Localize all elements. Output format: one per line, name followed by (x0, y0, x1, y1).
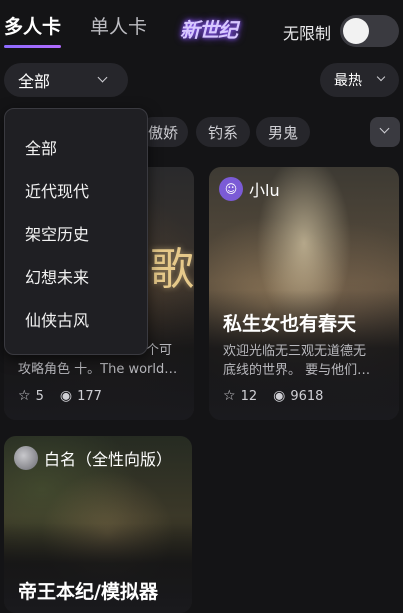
category-filter-select[interactable]: 全部 (4, 63, 128, 97)
unlimited-toggle[interactable] (340, 15, 399, 47)
tag-chip[interactable]: 钓系 (196, 117, 250, 147)
dropdown-option-alt-history[interactable]: 架空历史 (25, 221, 89, 245)
star-count: 12 (240, 388, 258, 404)
dropdown-option-modern[interactable]: 近代现代 (25, 178, 89, 202)
star-icon: ☆ (18, 388, 31, 404)
eye-icon: ◉ (273, 388, 286, 404)
card-author[interactable]: ☺ 小lu (219, 177, 280, 201)
chevron-down-icon (97, 72, 108, 83)
dropdown-option-xianxia[interactable]: 仙侠古风 (25, 307, 89, 331)
unlimited-label: 无限制 (283, 24, 332, 43)
app-logo: 新世纪 (180, 18, 238, 42)
dropdown-option-all[interactable]: 全部 (25, 135, 57, 159)
toggle-knob (343, 18, 369, 44)
tag-chip[interactable]: 男鬼 (256, 117, 310, 147)
active-tab-indicator (4, 45, 61, 48)
view-count: 177 (77, 388, 102, 404)
tab-multi-card[interactable]: 多人卡 (4, 12, 61, 39)
author-name: 小lu (249, 181, 280, 200)
top-bar: 多人卡 单人卡 新世纪 无限制 (0, 0, 403, 58)
card-title: 帝王本纪/模拟器 (18, 581, 158, 603)
story-card[interactable]: 白名（全性向版） 帝王本纪/模拟器 (4, 436, 192, 613)
view-count: 9618 (290, 388, 324, 404)
eye-icon: ◉ (59, 388, 73, 404)
card-stats: ☆ 5 ◉ 177 (18, 388, 102, 404)
category-filter-value: 全部 (18, 72, 51, 91)
card-stats: ☆ 12 ◉ 9618 (223, 388, 323, 404)
dropdown-option-fantasy-future[interactable]: 幻想未来 (25, 264, 89, 288)
cover-calligraphy: 歌 (150, 244, 194, 295)
avatar (14, 446, 38, 470)
avatar: ☺ (219, 177, 243, 201)
card-author[interactable]: 白名（全性向版） (14, 446, 172, 470)
card-title: 私生女也有春天 (223, 313, 357, 335)
story-card[interactable]: ☺ 小lu 私生女也有春天 欢迎光临无三观无道德无 底线的世界。 要与他们… ☆… (209, 167, 399, 420)
star-icon: ☆ (223, 388, 236, 404)
chevron-down-icon (376, 72, 386, 82)
chevron-down-icon (379, 123, 390, 134)
star-count: 5 (35, 388, 44, 404)
author-name: 白名（全性向版） (44, 450, 173, 469)
tab-single-card[interactable]: 单人卡 (90, 12, 147, 39)
sort-select[interactable]: 最热 (320, 63, 399, 97)
sort-value: 最热 (334, 73, 362, 89)
card-description: 欢迎光临无三观无道德无 底线的世界。 要与他们… (223, 344, 371, 378)
expand-tags-button[interactable] (370, 117, 400, 147)
category-dropdown-menu: 全部 近代现代 架空历史 幻想未来 仙侠古风 (4, 108, 148, 355)
